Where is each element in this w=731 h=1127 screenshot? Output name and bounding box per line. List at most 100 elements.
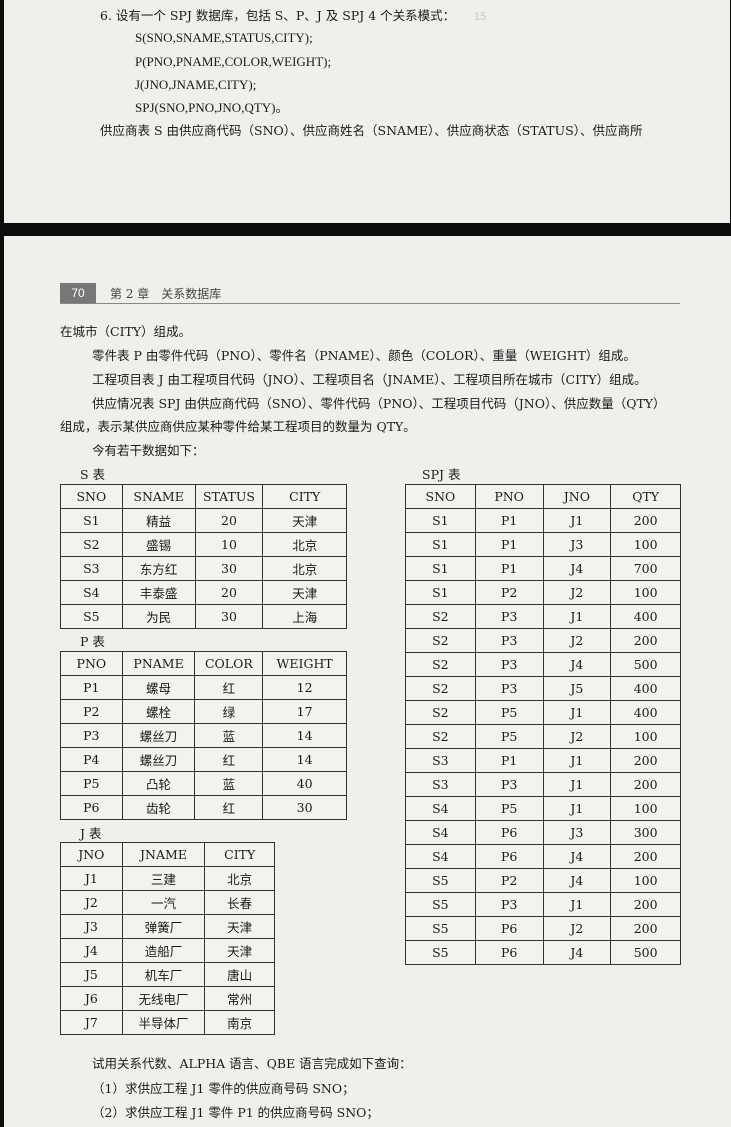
table-cell: 红 (194, 795, 264, 820)
table-cell: S5 (405, 868, 476, 893)
table-cell: 20 (194, 508, 264, 533)
table-cell: 螺栓 (121, 699, 196, 724)
table-cell: S1 (405, 532, 476, 557)
table-cell: 30 (194, 604, 264, 629)
column-header: COLOR (194, 651, 264, 676)
table-cell: 天津 (204, 914, 275, 939)
table-cell: P1 (474, 532, 544, 557)
j-table: JNO JNAME CITY J1 三建 北京 J2 一汽 长春 J3 弹簧厂 天津 J4 造船厂 天津 J5… (60, 842, 275, 1035)
table-cell: 100 (610, 724, 681, 749)
table-cell: P6 (474, 916, 544, 941)
table-cell: 北京 (262, 556, 347, 581)
table-cell: P3 (474, 892, 544, 917)
table-label-spj: SPJ 表 (422, 467, 461, 482)
table-row: S2 P5 J2 100 (405, 724, 681, 749)
table-cell: P2 (474, 868, 544, 893)
table-cell: 100 (610, 580, 681, 605)
chapter-title: 第 2 章 关系数据库 (110, 287, 222, 301)
table-cell: 天津 (262, 580, 347, 605)
table-cell: S1 (60, 508, 123, 533)
table-cell: P3 (474, 772, 544, 797)
table-row: S2 P3 J2 200 (405, 628, 681, 653)
table-cell: 20 (194, 580, 264, 605)
table-cell: S4 (405, 796, 476, 821)
table-row: S4 P6 J4 200 (405, 844, 681, 869)
paragraph-line: 零件表 P 由零件代码（PNO）、零件名（PNAME）、颜色（COLOR）、重量… (92, 348, 636, 363)
table-cell: J4 (542, 844, 612, 869)
table-cell: J3 (542, 820, 612, 845)
table-cell: S5 (405, 892, 476, 917)
table-cell: 200 (610, 892, 681, 917)
table-cell: S2 (405, 724, 476, 749)
table-cell: 700 (610, 556, 681, 581)
table-cell: 红 (194, 675, 264, 700)
column-header: WEIGHT (262, 651, 347, 676)
table-cell: 凸轮 (121, 771, 196, 796)
table-cell: 12 (262, 675, 347, 700)
table-row: S1 精益 20 天津 (60, 508, 347, 533)
table-cell: P6 (474, 940, 544, 965)
table-row: J4 造船厂 天津 (60, 938, 275, 963)
table-cell: J1 (542, 796, 612, 821)
table-row: S2 盛锡 10 北京 (60, 532, 347, 557)
table-cell: 17 (262, 699, 347, 724)
table-cell: 100 (610, 796, 681, 821)
table-row: P2 螺栓绿 17 (60, 699, 347, 724)
table-cell: P5 (60, 771, 123, 796)
table-row: S5 P3 J1 200 (405, 892, 681, 917)
table-cell: 400 (610, 676, 681, 701)
table-header-row: SNO SNAME STATUS CITY (60, 484, 347, 509)
table-cell: S3 (405, 772, 476, 797)
table-row: S3 东方红 30 北京 (60, 556, 347, 581)
table-cell: 造船厂 (121, 938, 206, 963)
table-row: S3 P3 J1 200 (405, 772, 681, 797)
table-cell: 精益 (121, 508, 196, 533)
table-cell: 500 (610, 652, 681, 677)
table-cell: P1 (474, 748, 544, 773)
table-cell: P5 (474, 724, 544, 749)
table-cell: P6 (474, 820, 544, 845)
column-header: JNO (542, 484, 612, 509)
table-cell: J2 (542, 724, 612, 749)
table-row: S1 P2 J2 100 (405, 580, 681, 605)
schema-spj: SPJ(SNO,PNO,JNO,QTY)。 (135, 100, 289, 115)
table-cell: P2 (60, 699, 123, 724)
table-cell: S2 (405, 676, 476, 701)
top-page: 15 6. 设有一个 SPJ 数据库，包括 S、P、J 及 SPJ 4 个关系模… (4, 0, 730, 223)
table-row: P6 齿轮红 30 (60, 795, 347, 820)
table-cell: 机车厂 (121, 962, 206, 987)
table-cell: J4 (542, 940, 612, 965)
table-cell: J4 (60, 938, 123, 963)
table-cell: 200 (610, 916, 681, 941)
paragraph-line: 组成，表示某供应商供应某种零件给某工程项目的数量为 QTY。 (60, 419, 416, 434)
table-cell: 北京 (204, 866, 275, 891)
table-cell: P6 (474, 844, 544, 869)
table-cell: 30 (194, 556, 264, 581)
table-cell: 蓝 (194, 723, 264, 748)
table-row: S2 P3 J5 400 (405, 676, 681, 701)
table-cell: P3 (474, 676, 544, 701)
table-cell: 一汽 (121, 890, 206, 915)
table-cell: S5 (405, 916, 476, 941)
table-cell: J5 (542, 676, 612, 701)
table-cell: 常州 (204, 986, 275, 1011)
table-cell: 蓝 (194, 771, 264, 796)
query-item: （2）求供应工程 J1 零件 P1 的供应商号码 SNO； (92, 1105, 379, 1120)
table-header-row: PNO PNAME COLOR WEIGHT (60, 651, 347, 676)
table-cell: J2 (60, 890, 123, 915)
table-cell: J1 (542, 700, 612, 725)
table-row: P4 螺丝刀红 14 (60, 747, 347, 772)
page-number: 70 (60, 283, 96, 303)
table-cell: 丰泰盛 (121, 580, 196, 605)
table-cell: S3 (60, 556, 123, 581)
table-header-row: JNO JNAME CITY (60, 842, 275, 867)
table-row: S1 P1 J4 700 (405, 556, 681, 581)
table-row: S3 P1 J1 200 (405, 748, 681, 773)
table-cell: 无线电厂 (121, 986, 206, 1011)
table-cell: J1 (542, 508, 612, 533)
table-cell: S2 (405, 628, 476, 653)
table-row: S1 P1 J3 100 (405, 532, 681, 557)
table-cell: S5 (405, 940, 476, 965)
table-cell: 盛锡 (121, 532, 196, 557)
column-header: SNAME (121, 484, 196, 509)
